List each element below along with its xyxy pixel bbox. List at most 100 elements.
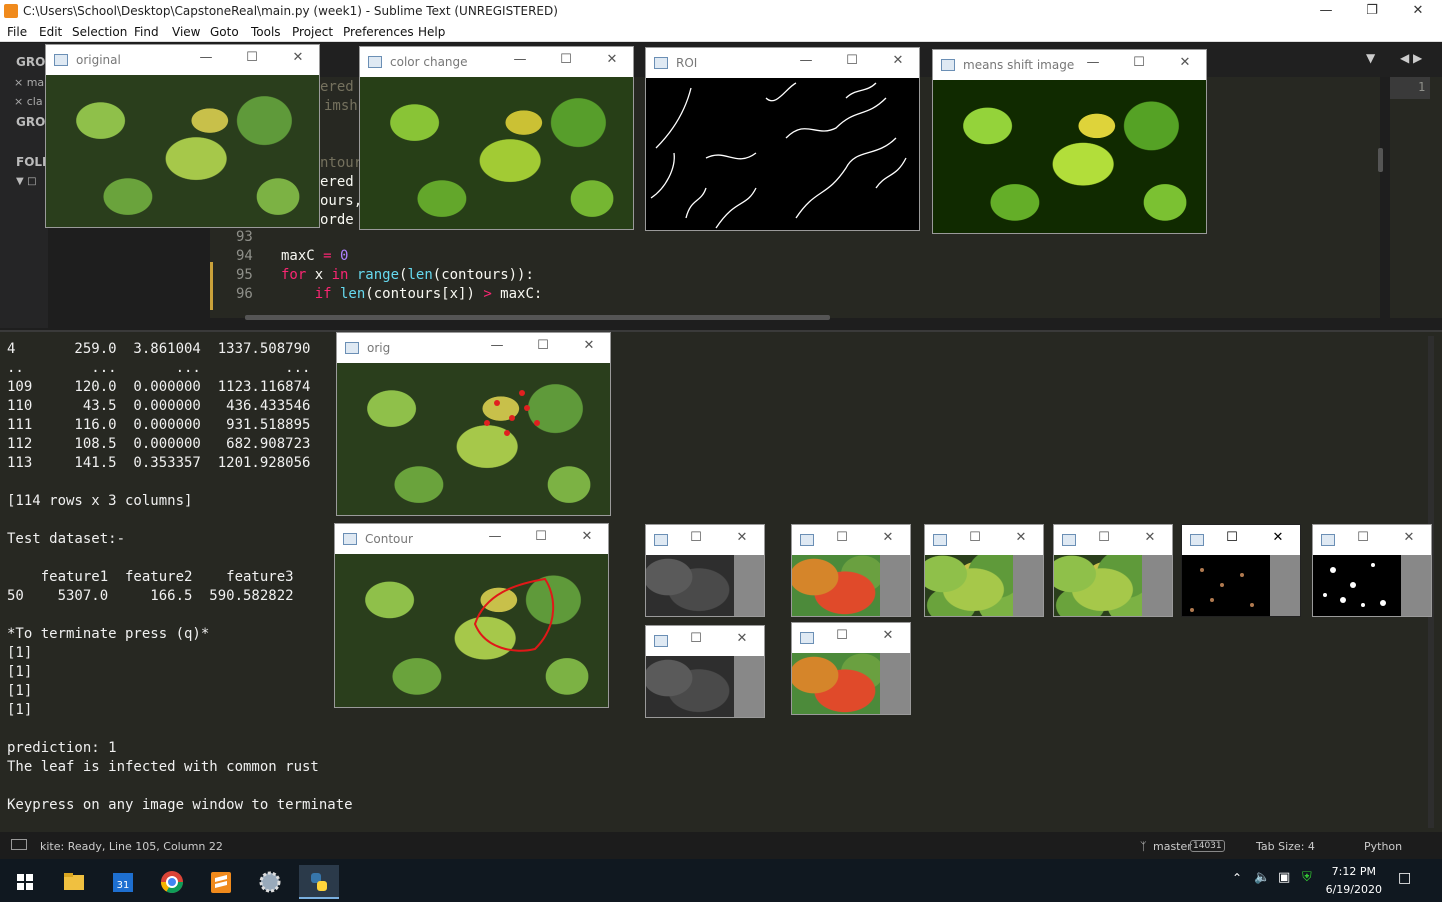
maximize-button[interactable]: ☐ bbox=[832, 628, 852, 643]
menu-selection[interactable]: Selection bbox=[72, 25, 127, 39]
menu-project[interactable]: Project bbox=[292, 25, 333, 39]
maximize-button[interactable]: ☐ bbox=[556, 52, 576, 67]
maximize-button[interactable]: ☐ bbox=[531, 529, 551, 544]
sidebar-group-label: GRO bbox=[16, 55, 46, 69]
calendar-icon[interactable]: 31 bbox=[103, 865, 143, 899]
minimize-button[interactable]: — bbox=[487, 338, 507, 353]
window-icon bbox=[54, 54, 68, 66]
code-line[interactable]: maxC = 0 bbox=[281, 248, 348, 264]
tab-scroll-icon[interactable]: ◀ ▶ bbox=[1400, 51, 1422, 65]
clock[interactable]: 7:12 PM 6/19/2020 bbox=[1326, 863, 1382, 899]
tab-dropdown-icon[interactable]: ▼ bbox=[1366, 51, 1375, 65]
menu-edit[interactable]: Edit bbox=[39, 25, 62, 39]
window-contour[interactable]: Contour — ☐ ✕ bbox=[334, 523, 609, 708]
panel-toggle-icon[interactable] bbox=[11, 839, 27, 850]
partial-code-6: orde bbox=[320, 212, 354, 228]
window-small-3[interactable]: ☐ ✕ bbox=[791, 524, 911, 617]
close-button[interactable]: ✕ bbox=[288, 50, 308, 65]
minimize-button[interactable]: — bbox=[510, 52, 530, 67]
maximize-button[interactable]: ☐ bbox=[1094, 530, 1114, 545]
window-original[interactable]: original — ☐ ✕ bbox=[45, 44, 320, 228]
settings-gear-icon[interactable] bbox=[250, 865, 290, 899]
minimap-line: 1 bbox=[1418, 80, 1426, 94]
security-shield-icon[interactable]: ⛨ bbox=[1302, 870, 1312, 885]
window-small-4[interactable]: ☐ ✕ bbox=[791, 622, 911, 715]
notification-icon[interactable]: □ bbox=[1398, 870, 1411, 886]
maximize-button[interactable]: ☐ bbox=[1353, 530, 1373, 545]
menu-view[interactable]: View bbox=[172, 25, 200, 39]
menu-goto[interactable]: Goto bbox=[210, 25, 239, 39]
maximize-button[interactable]: ☐ bbox=[842, 53, 862, 68]
menu-help[interactable]: Help bbox=[418, 25, 445, 39]
minimize-button[interactable]: — bbox=[796, 53, 816, 68]
sidebar-file-cla[interactable]: × cla bbox=[14, 95, 43, 108]
console-line: 113 141.5 0.353357 1201.928056 bbox=[7, 455, 311, 471]
window-small-2[interactable]: ☐ ✕ bbox=[645, 625, 765, 718]
minimize-button[interactable]: — bbox=[1303, 0, 1349, 23]
partial-code-3: ntour bbox=[320, 155, 363, 171]
chrome-icon[interactable] bbox=[152, 865, 192, 899]
close-button[interactable]: ✕ bbox=[579, 338, 599, 353]
file-explorer-icon[interactable] bbox=[54, 865, 94, 899]
window-roi[interactable]: ROI — ☐ ✕ bbox=[645, 47, 920, 231]
maximize-button[interactable]: ☐ bbox=[686, 530, 706, 545]
maximize-button[interactable]: ☐ bbox=[242, 50, 262, 65]
window-color-change[interactable]: color change — ☐ ✕ bbox=[359, 46, 634, 230]
window-small-8[interactable]: ☐ ✕ bbox=[1312, 524, 1432, 617]
maximize-button[interactable]: ☐ bbox=[533, 338, 553, 353]
windows-start-icon[interactable] bbox=[5, 865, 45, 899]
window-mean-shift[interactable]: means shift image — ☐ ✕ bbox=[932, 49, 1207, 234]
menu-file[interactable]: File bbox=[7, 25, 27, 39]
close-button[interactable]: ✕ bbox=[1399, 530, 1419, 545]
window-small-7[interactable]: ☐ ✕ bbox=[1181, 524, 1301, 617]
window-small-5[interactable]: ☐ ✕ bbox=[924, 524, 1044, 617]
close-button[interactable]: ✕ bbox=[878, 530, 898, 545]
sublime-text-icon[interactable] bbox=[201, 865, 241, 899]
menu-find[interactable]: Find bbox=[134, 25, 159, 39]
maximize-button[interactable]: ☐ bbox=[965, 530, 985, 545]
code-line[interactable]: if len(contours[x]) > maxC: bbox=[281, 286, 543, 302]
network-icon[interactable]: ▣ bbox=[1278, 870, 1290, 885]
python-icon[interactable] bbox=[299, 865, 339, 899]
close-button[interactable]: ✕ bbox=[1268, 530, 1288, 545]
editor-horizontal-scrollbar[interactable] bbox=[245, 315, 830, 320]
git-branch[interactable]: master bbox=[1153, 840, 1192, 853]
minimize-button[interactable]: — bbox=[196, 50, 216, 65]
close-button[interactable]: ✕ bbox=[1175, 55, 1195, 70]
code-token: in bbox=[331, 267, 349, 283]
maximize-button[interactable]: ☐ bbox=[686, 631, 706, 646]
close-button[interactable]: ✕ bbox=[1011, 530, 1031, 545]
folder-icon[interactable]: ▼ □ bbox=[16, 176, 37, 187]
close-button[interactable]: ✕ bbox=[888, 53, 908, 68]
restore-button[interactable]: ❐ bbox=[1349, 0, 1395, 23]
window-small-6[interactable]: ☐ ✕ bbox=[1053, 524, 1173, 617]
window-icon bbox=[800, 534, 814, 546]
image-leaf-small-1 bbox=[925, 555, 1013, 616]
close-button[interactable]: ✕ bbox=[732, 530, 752, 545]
menu-tools[interactable]: Tools bbox=[251, 25, 281, 39]
editor-vertical-scrollbar[interactable] bbox=[1378, 148, 1383, 172]
sidebar-file-main[interactable]: × ma bbox=[14, 76, 44, 89]
maximize-button[interactable]: ☐ bbox=[1129, 55, 1149, 70]
maximize-button[interactable]: ☐ bbox=[832, 530, 852, 545]
close-button[interactable]: ✕ bbox=[878, 628, 898, 643]
close-button[interactable]: ✕ bbox=[1140, 530, 1160, 545]
window-small-1[interactable]: ☐ ✕ bbox=[645, 524, 765, 617]
minimap[interactable]: 1 bbox=[1390, 77, 1442, 318]
window-orig[interactable]: orig — ☐ ✕ bbox=[336, 332, 611, 516]
close-button[interactable]: ✕ bbox=[1395, 0, 1441, 23]
tab-size[interactable]: Tab Size: 4 bbox=[1256, 840, 1315, 853]
tray-expand-icon[interactable]: ⌃ bbox=[1232, 871, 1242, 885]
close-button[interactable]: ✕ bbox=[602, 52, 622, 67]
syntax-mode[interactable]: Python bbox=[1364, 840, 1402, 853]
code-line[interactable]: for x in range(len(contours)): bbox=[281, 267, 534, 283]
minimize-button[interactable]: — bbox=[485, 529, 505, 544]
clock-date: 6/19/2020 bbox=[1325, 883, 1382, 896]
maximize-button[interactable]: ☐ bbox=[1222, 530, 1242, 545]
console-line: prediction: 1 bbox=[7, 740, 117, 756]
close-button[interactable]: ✕ bbox=[577, 529, 597, 544]
close-button[interactable]: ✕ bbox=[732, 631, 752, 646]
minimize-button[interactable]: — bbox=[1083, 55, 1103, 70]
volume-icon[interactable]: 🔈 bbox=[1254, 870, 1270, 885]
menu-preferences[interactable]: Preferences bbox=[343, 25, 414, 39]
